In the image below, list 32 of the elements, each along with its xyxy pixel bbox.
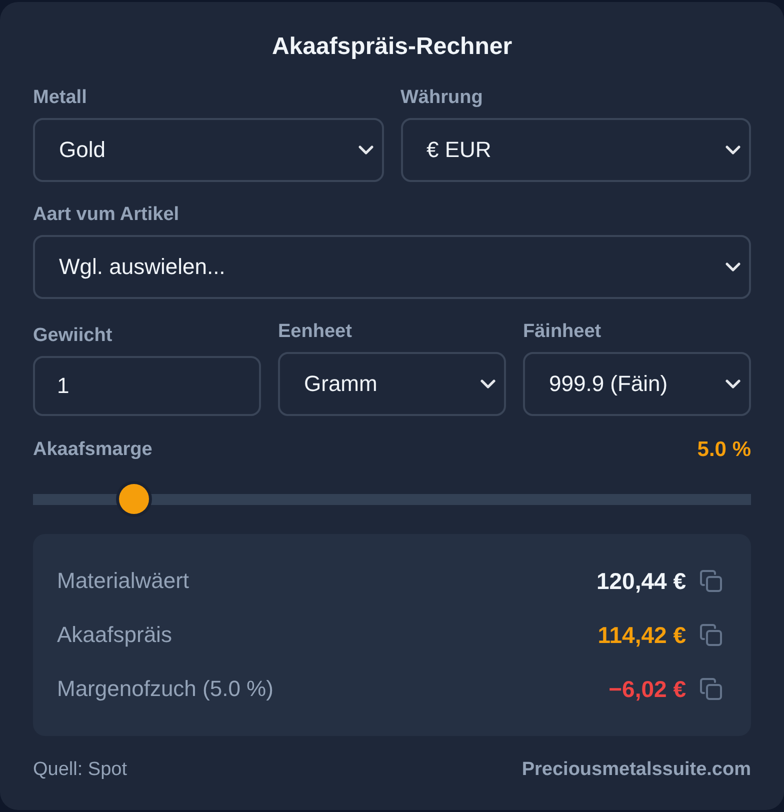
slider-thumb[interactable] <box>119 484 149 514</box>
dropdown-field[interactable]: € EUR <box>400 118 751 182</box>
copy-icon[interactable] <box>699 623 723 647</box>
dropdown-field[interactable]: Gramm <box>278 352 506 416</box>
chevron-down-icon <box>480 379 496 389</box>
dropdown-field[interactable]: Wgl. auswielen... <box>33 235 751 299</box>
input-field[interactable]: 1 <box>33 356 261 416</box>
chevron-down-icon <box>358 145 374 155</box>
brand-link[interactable]: Preciousmetalssuite.com <box>522 759 751 781</box>
source-note: Quell: Spot <box>33 759 127 781</box>
result-label: Margenofzuch (5.0 %) <box>57 676 274 702</box>
dropdown-field[interactable]: Gold <box>33 118 384 182</box>
result-label: Akaafspräis <box>57 622 173 648</box>
chevron-down-icon <box>725 145 741 155</box>
field-label: Währung <box>400 87 483 109</box>
result-value: −6,02 € <box>608 676 686 702</box>
calculator-title: Akaafspräis-Rechner <box>270 32 514 62</box>
margin-reading: 5.0 % <box>697 438 751 462</box>
field-label: Aart vum Artikel <box>33 204 180 226</box>
field-label: Gewiicht <box>33 325 112 347</box>
result-value: 120,44 € <box>596 568 686 594</box>
field-label: Fäinheet <box>523 321 602 343</box>
dropdown-field[interactable]: 999.9 (Fäin) <box>523 352 751 416</box>
margin-label: Akaafsmarge <box>33 439 152 461</box>
field-label: Eenheet <box>278 321 352 343</box>
result-value: 114,42 € <box>598 622 686 648</box>
copy-icon[interactable] <box>699 677 723 701</box>
copy-icon[interactable] <box>699 569 723 593</box>
result-label: Materialwäert <box>57 568 190 594</box>
field-label: Metall <box>33 87 87 109</box>
chevron-down-icon <box>725 262 741 272</box>
chevron-down-icon <box>725 379 741 389</box>
